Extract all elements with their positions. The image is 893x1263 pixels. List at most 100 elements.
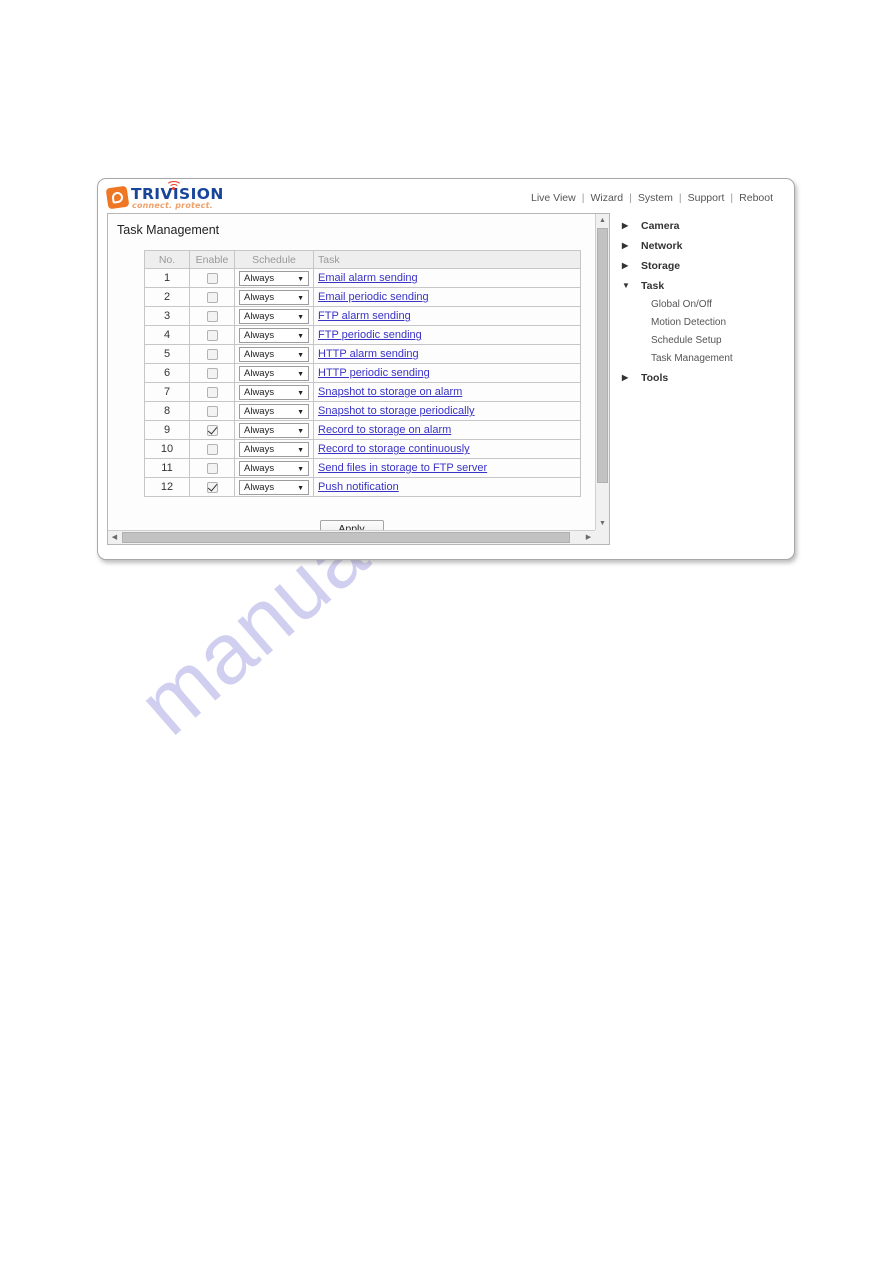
vertical-scroll-thumb[interactable] <box>597 228 608 483</box>
horizontal-scroll-thumb[interactable] <box>122 532 570 543</box>
enable-checkbox[interactable] <box>206 424 218 436</box>
schedule-cell: Always ▼ <box>234 363 314 383</box>
task-cell: Email alarm sending <box>313 268 581 288</box>
wifi-signal-icon <box>166 181 182 192</box>
row-number: 4 <box>144 325 190 345</box>
task-link[interactable]: FTP periodic sending <box>318 329 422 341</box>
enable-cell <box>189 306 235 326</box>
enable-checkbox[interactable] <box>206 291 218 303</box>
enable-checkbox[interactable] <box>206 348 218 360</box>
task-cell: Snapshot to storage periodically <box>313 401 581 421</box>
chevron-right-icon: ▶ <box>622 261 629 270</box>
enable-cell <box>189 325 235 345</box>
scroll-right-arrow-icon[interactable]: ▶ <box>582 531 595 544</box>
schedule-select-value: Always <box>244 443 275 455</box>
schedule-select-value: Always <box>244 291 275 303</box>
schedule-select[interactable]: Always ▼ <box>239 479 309 495</box>
nav-wizard[interactable]: Wizard <box>586 192 627 204</box>
task-link[interactable]: Record to storage continuously <box>318 443 470 455</box>
schedule-cell: Always ▼ <box>234 306 314 326</box>
horizontal-scrollbar[interactable]: ◀ ▶ <box>108 530 595 544</box>
page-title: Task Management <box>117 223 220 237</box>
task-link[interactable]: HTTP periodic sending <box>318 367 430 379</box>
task-link[interactable]: HTTP alarm sending <box>318 348 419 360</box>
schedule-select[interactable]: Always ▼ <box>239 441 309 457</box>
task-link[interactable]: Record to storage on alarm <box>318 424 451 436</box>
table-header: No. Enable Schedule Task <box>144 250 581 269</box>
enable-cell <box>189 401 235 421</box>
task-link[interactable]: Email periodic sending <box>318 291 429 303</box>
task-cell: FTP alarm sending <box>313 306 581 326</box>
enable-cell <box>189 287 235 307</box>
sidebar-item-network[interactable]: ▶ Network <box>614 236 789 256</box>
enable-checkbox[interactable] <box>206 310 218 322</box>
sidebar-item-motion-detection[interactable]: Motion Detection <box>614 314 789 332</box>
row-number: 10 <box>144 439 190 459</box>
scroll-up-arrow-icon[interactable]: ▲ <box>596 214 609 227</box>
table-row: 12 Always ▼ Push notification <box>144 477 581 497</box>
sidebar-item-schedule-setup[interactable]: Schedule Setup <box>614 332 789 350</box>
table-row: 7 Always ▼ Snapshot to storage on alarm <box>144 382 581 402</box>
schedule-select-value: Always <box>244 348 275 360</box>
chevron-down-icon: ▼ <box>297 313 304 321</box>
nav-reboot[interactable]: Reboot <box>735 192 777 204</box>
nav-separator: | <box>678 192 682 204</box>
sidebar-item-global-on-off[interactable]: Global On/Off <box>614 296 789 314</box>
task-cell: HTTP alarm sending <box>313 344 581 364</box>
enable-cell <box>189 382 235 402</box>
schedule-select-value: Always <box>244 405 275 417</box>
schedule-select[interactable]: Always ▼ <box>239 270 309 286</box>
task-management-table: No. Enable Schedule Task 1 Always ▼ Email a… <box>144 250 581 497</box>
task-link[interactable]: FTP alarm sending <box>318 310 411 322</box>
table-header-row: No. Enable Schedule Task <box>144 250 581 269</box>
schedule-cell: Always ▼ <box>234 458 314 478</box>
sidebar-item-task[interactable]: ▼ Task <box>614 276 789 296</box>
scroll-down-arrow-icon[interactable]: ▼ <box>596 517 609 530</box>
schedule-select[interactable]: Always ▼ <box>239 308 309 324</box>
enable-checkbox[interactable] <box>206 405 218 417</box>
enable-checkbox[interactable] <box>206 367 218 379</box>
nav-support[interactable]: Support <box>684 192 729 204</box>
task-link[interactable]: Email alarm sending <box>318 272 418 284</box>
enable-checkbox[interactable] <box>206 481 218 493</box>
enable-checkbox[interactable] <box>206 443 218 455</box>
sidebar-item-storage[interactable]: ▶ Storage <box>614 256 789 276</box>
chevron-right-icon: ▶ <box>622 373 629 382</box>
sidebar-item-camera[interactable]: ▶ Camera <box>614 216 789 236</box>
task-link[interactable]: Snapshot to storage on alarm <box>318 386 462 398</box>
schedule-select[interactable]: Always ▼ <box>239 403 309 419</box>
schedule-select[interactable]: Always ▼ <box>239 289 309 305</box>
enable-checkbox[interactable] <box>206 386 218 398</box>
enable-checkbox[interactable] <box>206 462 218 474</box>
schedule-select[interactable]: Always ▼ <box>239 422 309 438</box>
vertical-scrollbar[interactable]: ▲ ▼ <box>595 214 609 530</box>
task-link[interactable]: Push notification <box>318 481 399 493</box>
task-link[interactable]: Snapshot to storage periodically <box>318 405 475 417</box>
enable-checkbox[interactable] <box>206 329 218 341</box>
sidebar-item-task-management[interactable]: Task Management <box>614 350 789 368</box>
task-cell: Record to storage on alarm <box>313 420 581 440</box>
enable-checkbox[interactable] <box>206 272 218 284</box>
schedule-select[interactable]: Always ▼ <box>239 365 309 381</box>
settings-sidebar: ▶ Camera ▶ Network ▶ Storage ▼ Task Global On/Of… <box>614 216 789 388</box>
chevron-down-icon: ▼ <box>297 332 304 340</box>
schedule-select[interactable]: Always ▼ <box>239 384 309 400</box>
scroll-left-arrow-icon[interactable]: ◀ <box>108 531 121 544</box>
chevron-down-icon: ▼ <box>297 389 304 397</box>
nav-live-view[interactable]: Live View <box>527 192 580 204</box>
schedule-cell: Always ▼ <box>234 268 314 288</box>
nav-system[interactable]: System <box>634 192 677 204</box>
sidebar-item-tools[interactable]: ▶ Tools <box>614 368 789 388</box>
sidebar-item-label: Tools <box>641 372 669 384</box>
schedule-select-value: Always <box>244 272 275 284</box>
task-cell: FTP periodic sending <box>313 325 581 345</box>
schedule-select[interactable]: Always ▼ <box>239 346 309 362</box>
column-header-no: No. <box>144 250 190 269</box>
app-header: TRIVISION connect. protect. Live View | Wi… <box>98 179 794 213</box>
schedule-select[interactable]: Always ▼ <box>239 327 309 343</box>
table-row: 5 Always ▼ HTTP alarm sending <box>144 344 581 364</box>
schedule-select[interactable]: Always ▼ <box>239 460 309 476</box>
task-link[interactable]: Send files in storage to FTP server <box>318 462 487 474</box>
apply-button[interactable]: Apply <box>319 520 384 530</box>
sidebar-item-label: Motion Detection <box>651 317 727 328</box>
